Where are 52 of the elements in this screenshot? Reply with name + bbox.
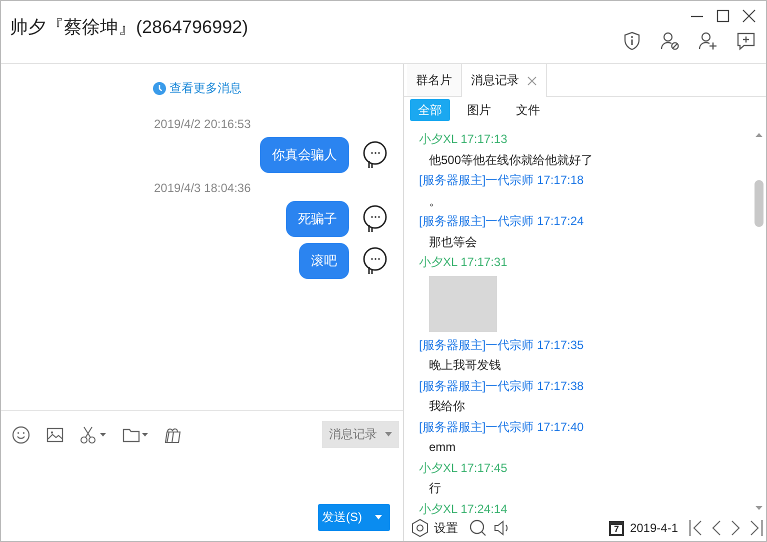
sender-line: [服务器服主]一代宗师 17:17:35 (419, 338, 585, 352)
date-label: 2019-4-1 (630, 521, 678, 535)
avatar-icon[interactable] (361, 140, 389, 170)
message-text: 他500等他在线你就给他就好了 (428, 152, 594, 166)
settings-label[interactable]: 设置 (434, 520, 458, 536)
message-bubble: 你真会骗人 (260, 137, 349, 173)
clock-icon (152, 82, 166, 95)
search-icon[interactable] (468, 518, 488, 538)
first-page-icon[interactable] (688, 518, 704, 538)
sender-line: [服务器服主]一代宗师 17:17:18 (419, 173, 585, 187)
add-user-icon[interactable] (698, 31, 718, 51)
message-bubble: 死骗子 (286, 201, 349, 237)
photo-placeholder (429, 276, 497, 332)
avatar-icon[interactable] (361, 246, 389, 276)
tab[interactable]: 消息记录 (462, 64, 547, 97)
sender-line: [服务器服主]一代宗师 17:17:38 (419, 378, 585, 392)
user-block-icon[interactable] (660, 31, 680, 51)
message-history-button[interactable]: 消息记录 (322, 421, 399, 448)
filter-tab[interactable]: 文件 (508, 99, 548, 121)
sender-line: [服务器服主]一代宗师 17:17:40 (419, 420, 585, 434)
avatar-icon[interactable] (361, 204, 389, 234)
message-bubble: 滚吧 (299, 243, 349, 279)
scissors-icon[interactable] (79, 424, 107, 444)
message-text: emm (428, 440, 457, 454)
tab[interactable]: 群名片 (407, 64, 462, 96)
filter-tab[interactable]: 图片 (459, 99, 499, 121)
calendar-icon[interactable]: 7 (608, 520, 624, 536)
message-text: 。 (428, 194, 442, 208)
close-tab-icon[interactable] (527, 76, 537, 86)
view-more-link[interactable]: 查看更多消息 (152, 80, 242, 97)
window-title: 帅夕『蔡徐坤』(2864796992) (9, 16, 248, 39)
caret-icon (375, 515, 382, 520)
view-more-text[interactable]: 查看更多消息 (170, 80, 242, 97)
last-page-icon[interactable] (748, 518, 764, 538)
sender-line: 小夕XL 17:17:45 (419, 460, 508, 474)
maximize-icon[interactable] (716, 9, 730, 23)
close-icon[interactable] (742, 9, 756, 23)
message-text: 我给你 (428, 399, 466, 413)
sender-line: 小夕XL 17:17:31 (419, 255, 508, 269)
timestamp: 2019/4/2 20:16:53 (153, 117, 252, 131)
sender-line: [服务器服主]一代宗师 17:17:24 (419, 214, 585, 228)
emoji-icon[interactable] (11, 424, 31, 444)
caret-icon (385, 432, 392, 437)
sender-line: 小夕XL 17:17:13 (419, 132, 508, 146)
add-chat-icon[interactable] (736, 31, 756, 51)
message-text: 晚上我哥发钱 (428, 358, 502, 372)
shield-info-icon[interactable] (622, 31, 642, 51)
message-text: 行 (428, 481, 442, 495)
settings-icon[interactable] (410, 518, 430, 538)
sender-line: 小夕XL 17:24:14 (419, 502, 508, 515)
timestamp: 2019/4/3 18:04:36 (153, 181, 252, 195)
message-text: 那也等会 (428, 234, 478, 248)
